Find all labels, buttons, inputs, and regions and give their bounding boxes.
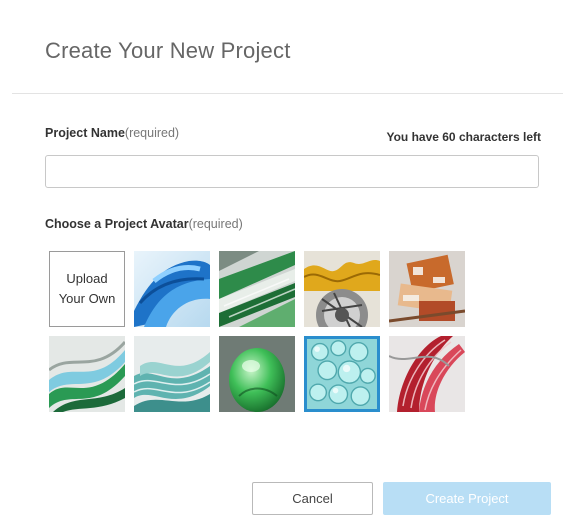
avatar-option[interactable] bbox=[389, 251, 465, 327]
cancel-button[interactable]: Cancel bbox=[252, 482, 373, 515]
avatar-option[interactable] bbox=[219, 251, 295, 327]
avatar-option[interactable] bbox=[49, 336, 125, 412]
characters-left-counter: You have 60 characters left bbox=[386, 130, 541, 144]
avatar-label: Choose a Project Avatar(required) bbox=[45, 217, 243, 231]
project-name-input[interactable] bbox=[45, 155, 539, 188]
avatar-option[interactable] bbox=[219, 336, 295, 412]
avatar-option[interactable] bbox=[304, 251, 380, 327]
gold-gear-avatar-icon bbox=[304, 251, 380, 327]
avatar-option[interactable] bbox=[134, 251, 210, 327]
avatar-required: (required) bbox=[188, 217, 243, 231]
project-name-label-text: Project Name bbox=[45, 126, 125, 140]
avatar-option-selected[interactable] bbox=[304, 336, 380, 412]
red-muscle-avatar-icon bbox=[389, 336, 465, 412]
green-stripe-avatar-icon bbox=[219, 251, 295, 327]
dialog-title: Create Your New Project bbox=[45, 38, 291, 63]
orange-machinery-avatar-icon bbox=[389, 251, 465, 327]
upload-avatar-button[interactable]: Upload Your Own bbox=[49, 251, 125, 327]
green-twist-avatar-icon bbox=[49, 336, 125, 412]
create-project-button[interactable]: Create Project bbox=[383, 482, 551, 515]
teal-ribbon-avatar-icon bbox=[134, 336, 210, 412]
blue-wave-avatar-icon bbox=[134, 251, 210, 327]
avatar-label-text: Choose a Project Avatar bbox=[45, 217, 189, 231]
header-divider bbox=[12, 93, 563, 94]
aqua-cells-avatar-icon bbox=[307, 339, 377, 409]
project-name-label: Project Name(required) bbox=[45, 126, 179, 140]
avatar-grid: Upload Your Own bbox=[49, 251, 465, 412]
avatar-option[interactable] bbox=[389, 336, 465, 412]
green-egg-avatar-icon bbox=[219, 336, 295, 412]
avatar-option[interactable] bbox=[134, 336, 210, 412]
project-name-required: (required) bbox=[124, 126, 180, 140]
